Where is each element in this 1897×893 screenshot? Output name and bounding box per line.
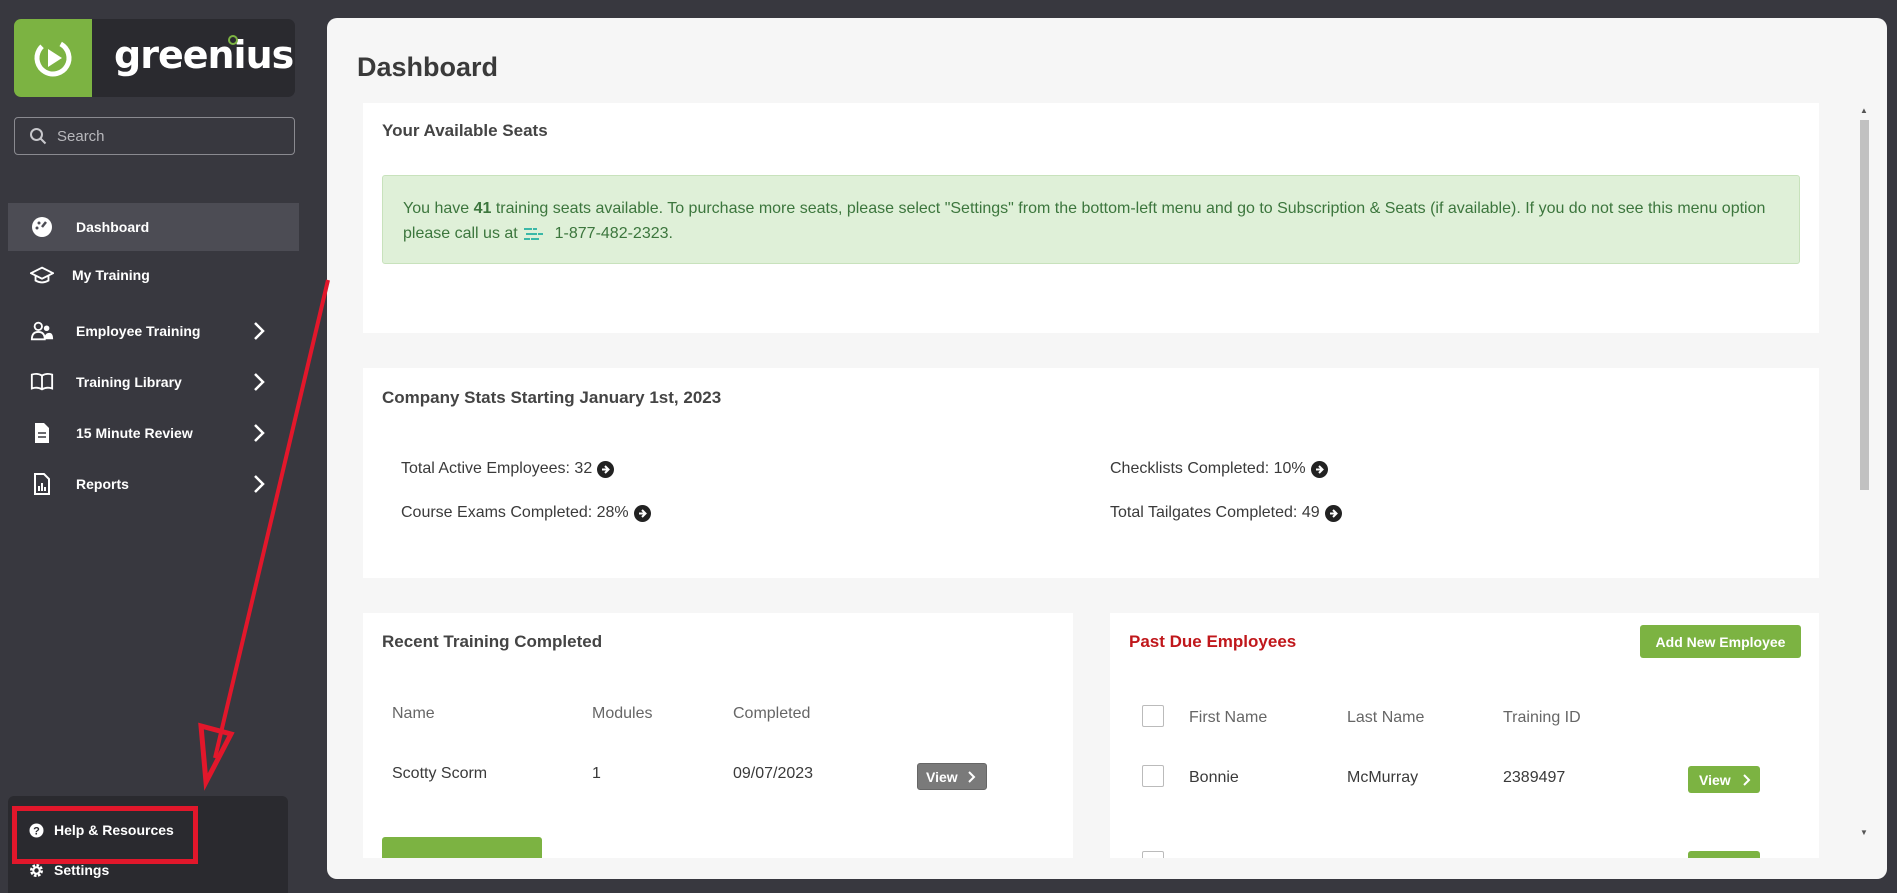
sidebar-item-reports[interactable]: Reports [8,460,299,508]
dashboard-gauge-icon [30,215,54,239]
select-all-checkbox[interactable] [1142,705,1164,727]
cell-first-name: Bonnie [1189,769,1239,786]
stat-total-active-employees[interactable]: Total Active Employees: 32 [401,460,615,478]
arrow-circle-right-icon[interactable] [1324,504,1342,522]
stat-label: Course Exams Completed: 28% [401,504,629,521]
arrow-circle-right-icon[interactable] [597,460,615,478]
sidebar-item-label: Training Library [76,374,182,390]
chevron-right-icon [254,424,265,442]
scroll-up-icon[interactable]: ▲ [1860,106,1868,115]
view-button[interactable]: View [1688,766,1760,793]
sidebar-item-15-minute-review[interactable]: 15 Minute Review [8,409,299,457]
sidebar-item-my-training[interactable]: My Training [8,251,299,299]
search-input[interactable] [57,127,277,145]
column-header-completed: Completed [733,705,811,722]
chevron-right-icon [254,475,265,493]
view-button[interactable] [1688,851,1760,858]
scroll-thumb[interactable] [1860,120,1869,490]
column-header-modules: Modules [592,705,653,722]
cell-completed: 09/07/2023 [733,765,814,782]
sidebar-item-label: My Training [72,267,150,283]
gear-icon [28,862,44,878]
cell-modules: 1 [592,765,601,782]
phone-number-icon [524,227,544,240]
settings-link[interactable]: Settings [28,862,109,878]
recent-training-card: Recent Training Completed Name Modules C… [363,613,1073,858]
chevron-right-icon [1742,773,1751,786]
view-all-button[interactable] [382,837,542,858]
stat-course-exams-completed[interactable]: Course Exams Completed: 28% [401,504,651,522]
seats-alert: You have 41 training seats available. To… [382,175,1800,264]
sidebar-item-label: 15 Minute Review [76,425,193,441]
logo[interactable]: greenius [14,19,295,97]
column-header-last-name: Last Name [1347,709,1425,726]
book-icon [30,370,54,394]
cell-name: Scotty Scorm [392,765,488,782]
document-icon [30,421,54,445]
sidebar-item-training-library[interactable]: Training Library [8,358,299,406]
view-button-label: View [1699,771,1731,788]
brand-dot-icon [228,35,238,45]
arrow-circle-right-icon[interactable] [1310,460,1328,478]
graduation-cap-icon [30,263,54,287]
seat-count: 41 [473,200,492,217]
available-seats-card: Your Available Seats You have 41 trainin… [363,103,1819,333]
column-header-first-name: First Name [1189,709,1268,726]
scrollbar[interactable]: ▲ ▼ [1857,106,1871,840]
sidebar-item-employee-training[interactable]: Employee Training [8,307,299,355]
view-button[interactable]: View [917,763,987,790]
main-content: Dashboard ▲ ▼ Your Available Seats You h… [327,18,1887,879]
stat-total-tailgates-completed[interactable]: Total Tailgates Completed: 49 [1110,504,1342,522]
sidebar-item-dashboard[interactable]: Dashboard [8,203,299,251]
recent-training-title: Recent Training Completed [382,632,603,651]
column-header-name: Name [392,705,435,722]
stat-label: Total Active Employees: 32 [401,460,593,477]
settings-label: Settings [54,862,110,878]
scroll-down-icon[interactable]: ▼ [1860,828,1868,837]
past-due-employees-card: Past Due Employees Add New Employee Firs… [1110,613,1819,858]
sidebar-item-label: Employee Training [76,323,201,339]
report-icon [30,472,54,496]
chevron-right-icon [254,322,265,340]
stat-label: Total Tailgates Completed: 49 [1110,504,1320,521]
sidebar-item-label: Dashboard [76,219,150,235]
chevron-right-icon [254,373,265,391]
past-due-title: Past Due Employees [1129,632,1297,651]
row-checkbox[interactable] [1142,765,1164,787]
highlight-annotation-box [12,806,198,864]
cell-training-id: 2389497 [1503,769,1566,786]
sidebar-item-label: Reports [76,476,129,492]
users-icon [30,319,54,343]
sidebar: greenius Dashboard My Training Employee … [0,0,306,893]
row-checkbox[interactable] [1142,851,1164,858]
brand-name: greenius [114,33,294,77]
arrow-circle-right-icon[interactable] [633,504,651,522]
stats-card-title: Company Stats Starting January 1st, 2023 [382,388,722,407]
chevron-right-icon [967,770,976,783]
logo-mark-icon [14,19,92,97]
cell-last-name: McMurray [1347,769,1419,786]
phone-link[interactable]: 1-877-482-2323. [555,225,673,242]
seats-card-title: Your Available Seats [382,121,548,140]
company-stats-card: Company Stats Starting January 1st, 2023… [363,368,1819,578]
search-icon [30,128,47,145]
page-title: Dashboard [357,52,499,82]
add-new-employee-button[interactable]: Add New Employee [1640,625,1801,658]
search-box[interactable] [14,117,295,155]
column-header-training-id: Training ID [1503,709,1581,726]
stat-checklists-completed[interactable]: Checklists Completed: 10% [1110,460,1328,478]
view-button-label: View [926,768,958,785]
seats-message-prefix: You have [403,200,470,217]
stat-label: Checklists Completed: 10% [1110,460,1306,477]
